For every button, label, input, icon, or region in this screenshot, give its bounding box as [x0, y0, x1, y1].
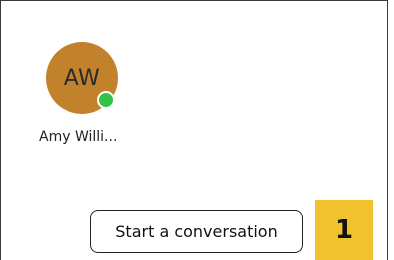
avatar-initials: AW: [63, 65, 101, 91]
presence-indicator-icon: [97, 91, 115, 109]
step-callout-badge: 1: [315, 200, 373, 260]
step-callout-number: 1: [334, 215, 354, 245]
contact-name: Amy Willi...: [39, 129, 118, 145]
start-conversation-button[interactable]: Start a conversation: [90, 210, 303, 253]
